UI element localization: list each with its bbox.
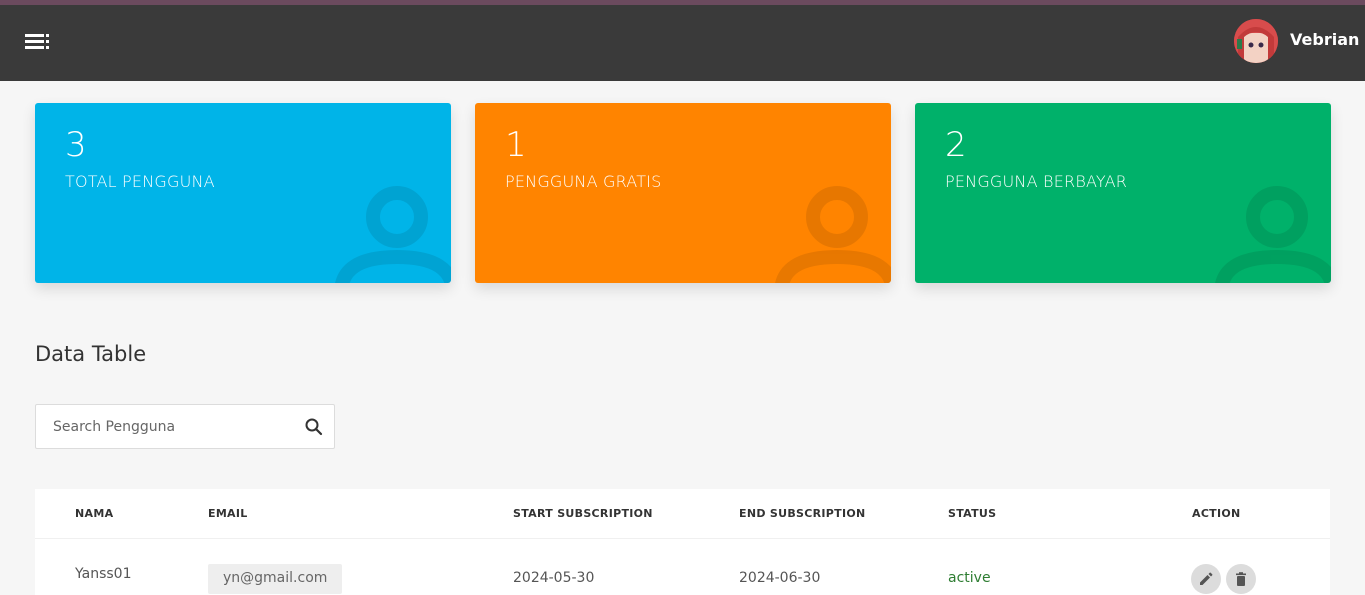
column-header-action: ACTION <box>1192 507 1241 520</box>
stat-label: PENGGUNA BERBAYAR <box>945 172 1128 191</box>
user-icon <box>775 186 891 283</box>
search-icon[interactable] <box>304 417 324 437</box>
stat-card-paid: 2 PENGGUNA BERBAYAR <box>915 103 1331 283</box>
cell-start-subscription: 2024-05-30 <box>513 570 595 586</box>
column-header-end-subscription[interactable]: END SUBSCRIPTION <box>739 507 866 520</box>
user-icon <box>335 186 451 283</box>
top-navbar: Vebrian <box>0 5 1365 81</box>
column-header-status[interactable]: STATUS <box>948 507 996 520</box>
search-box <box>35 404 335 449</box>
edit-button[interactable] <box>1191 564 1221 594</box>
user-avatar[interactable] <box>1234 19 1278 63</box>
email-text: yn@gmail.com <box>223 570 328 586</box>
section-title: Data Table <box>35 342 147 366</box>
cell-end-subscription: 2024-06-30 <box>739 570 821 586</box>
menu-toggle-button[interactable] <box>22 31 52 53</box>
edit-icon <box>1200 572 1213 585</box>
stat-label: PENGGUNA GRATIS <box>505 172 662 191</box>
column-header-email[interactable]: EMAIL <box>208 507 248 520</box>
delete-button[interactable] <box>1226 564 1256 594</box>
stat-value: 1 <box>505 125 527 165</box>
search-input[interactable] <box>36 405 296 448</box>
menu-icon <box>25 34 49 49</box>
stat-card-total: 3 TOTAL PENGGUNA <box>35 103 451 283</box>
user-icon <box>1215 186 1331 283</box>
column-header-nama[interactable]: NAMA <box>75 507 113 520</box>
stat-label: TOTAL PENGGUNA <box>65 172 215 191</box>
column-header-start-subscription[interactable]: START SUBSCRIPTION <box>513 507 653 520</box>
stat-value: 3 <box>65 125 87 165</box>
user-name[interactable]: Vebrian <box>1290 30 1359 49</box>
cell-email: yn@gmail.com <box>208 564 342 594</box>
avatar-image <box>1234 19 1278 63</box>
data-table: NAMA EMAIL START SUBSCRIPTION END SUBSCR… <box>35 489 1330 595</box>
stat-card-free: 1 PENGGUNA GRATIS <box>475 103 891 283</box>
delete-icon <box>1236 572 1246 586</box>
stat-value: 2 <box>945 125 967 165</box>
cell-nama: Yanss01 <box>75 566 132 582</box>
status-badge: active <box>948 570 991 586</box>
header-divider <box>35 538 1330 539</box>
